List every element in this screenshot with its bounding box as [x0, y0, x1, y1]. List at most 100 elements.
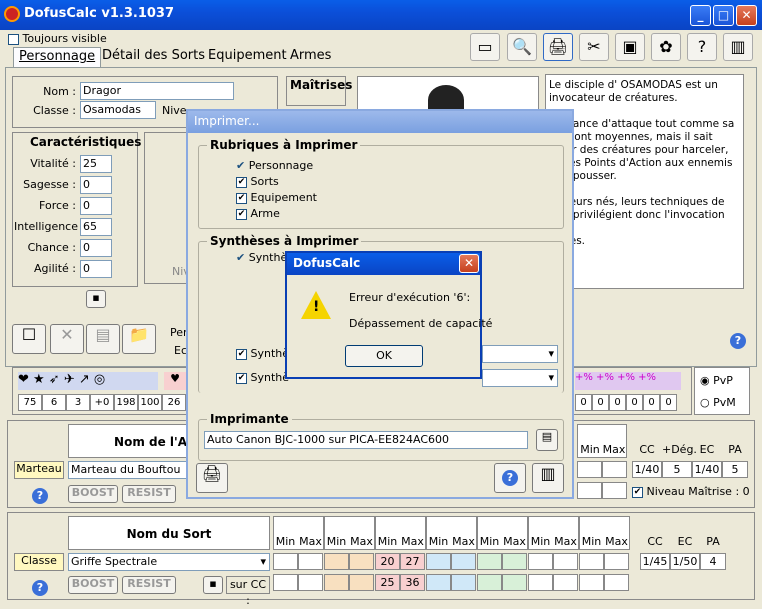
- help-icon[interactable]: ?: [687, 33, 717, 61]
- ok-button[interactable]: OK: [345, 345, 423, 367]
- spell-name-value: Griffe Spectrale: [71, 555, 158, 568]
- pvm-radio[interactable]: ○ PvM: [700, 396, 736, 409]
- weapon-help-icon[interactable]: ?: [32, 488, 48, 504]
- pvp-radio[interactable]: ◉ PvP: [700, 374, 733, 387]
- spell-max-cc-cell: [298, 574, 323, 591]
- print-close-button[interactable]: ▥: [532, 463, 564, 493]
- synthese-checkbox-3[interactable]: ✔ Synthè: [236, 371, 289, 384]
- print-help-button[interactable]: ?: [494, 463, 526, 493]
- rubrique-checkbox[interactable]: ✔ Equipement: [236, 191, 317, 204]
- error-close-button[interactable]: ✕: [459, 254, 479, 273]
- spell-min-cc-cell: [273, 574, 298, 591]
- new-button[interactable]: ☐: [12, 324, 46, 354]
- level-label: Nive: [162, 104, 187, 117]
- tab-label: Equipement: [208, 48, 287, 63]
- spell-ec-header: EC: [677, 535, 693, 548]
- synthese-select-1[interactable]: ▾: [482, 345, 558, 363]
- weapon-cell: [602, 461, 627, 478]
- weapon-boost-button[interactable]: BOOST: [68, 485, 118, 503]
- spell-max-cell: [604, 553, 629, 570]
- spell-min-cell: [477, 553, 502, 570]
- image-button[interactable]: ▪: [86, 290, 106, 308]
- checkbox-icon: [8, 33, 19, 45]
- class-select[interactable]: Osamodas: [80, 101, 156, 119]
- stat-value: 75: [18, 394, 42, 411]
- synthese-select-2[interactable]: ▾: [482, 369, 558, 387]
- min-header: Min: [377, 535, 398, 548]
- characteristic-input[interactable]: 65: [80, 218, 112, 236]
- pvm-label: PvM: [713, 396, 736, 409]
- spell-name-select[interactable]: Griffe Spectrale ▾: [68, 553, 270, 571]
- tools-icon[interactable]: ✂: [579, 33, 609, 61]
- checkbox-icon: ✔: [236, 159, 246, 172]
- description-line: [549, 183, 740, 196]
- weapon-cell: [602, 482, 627, 499]
- weapon-cell: [577, 482, 602, 499]
- always-visible-checkbox[interactable]: Toujours visible: [8, 32, 107, 45]
- name-input[interactable]: Dragor: [80, 82, 234, 100]
- puzzle-icon[interactable]: ✿: [651, 33, 681, 61]
- spell-help-icon[interactable]: ?: [32, 580, 48, 596]
- characteristic-label: Vitalité :: [30, 157, 76, 170]
- chest-icon[interactable]: ▣: [615, 33, 645, 61]
- characteristic-input[interactable]: 0: [80, 260, 112, 278]
- max-header: Max: [452, 535, 475, 548]
- description-line: ... repousser.: [549, 170, 617, 182]
- search-icon[interactable]: 🔍: [507, 33, 537, 61]
- spell-max-cell: [298, 553, 323, 570]
- delete-button[interactable]: ✕: [50, 324, 84, 354]
- spell-min-cc-cell: [324, 574, 349, 591]
- description-text: Le disciple d' OSAMODAS est un invocateur…: [546, 75, 743, 252]
- spell-min-cell: [528, 553, 553, 570]
- characteristic-input[interactable]: 0: [80, 197, 112, 215]
- maitrises-title: Maîtrises: [290, 78, 353, 92]
- warning-icon-mark: !: [313, 299, 320, 315]
- min-header: Min: [326, 535, 347, 548]
- minimize-button[interactable]: _: [690, 5, 711, 26]
- syntheses-title: Synthèses à Imprimer: [207, 234, 362, 248]
- spell-boost-button[interactable]: BOOST: [68, 576, 118, 594]
- print-icon[interactable]: 🖨: [543, 33, 573, 61]
- synthese-checkbox-1[interactable]: ✔ Synthè: [236, 251, 287, 264]
- rubrique-label: Equipement: [250, 191, 317, 204]
- characteristic-input[interactable]: 25: [80, 155, 112, 173]
- close-button[interactable]: ✕: [736, 5, 757, 26]
- niveau-maitrise-checkbox[interactable]: ✔ Niveau Maîtrise : 0: [632, 485, 750, 498]
- stat-value: 6: [42, 394, 66, 411]
- synthese-checkbox-2[interactable]: ✔ Synthè: [236, 347, 289, 360]
- tab-personnage[interactable]: Personnage: [13, 47, 102, 67]
- tab-equipement[interactable]: Equipement: [203, 47, 292, 67]
- spell-image-button[interactable]: ▪: [203, 576, 223, 594]
- open-folder-button[interactable]: 📁: [122, 324, 156, 354]
- rubrique-checkbox[interactable]: ✔ Sorts: [236, 175, 279, 188]
- rubrique-checkbox[interactable]: ✔ Personnage: [236, 159, 313, 172]
- printer-input[interactable]: Auto Canon BJC-1000 sur PICA-EE824AC600: [204, 431, 528, 449]
- maximize-button[interactable]: □: [713, 5, 734, 26]
- help-icon[interactable]: ?: [730, 333, 746, 349]
- print-button[interactable]: 🖨: [196, 463, 228, 493]
- min-header: Min: [530, 535, 551, 548]
- spell-max-cc-cell: [349, 574, 374, 591]
- spell-min-cc-cell: [579, 574, 604, 591]
- tab-armes[interactable]: Armes: [285, 47, 336, 67]
- tab-detail-sorts[interactable]: Détail des Sorts: [97, 47, 210, 67]
- description-line: invocateur de créatures.: [549, 92, 678, 104]
- weapon-name-select[interactable]: Marteau du Bouftou: [68, 461, 188, 479]
- weapon-deg-header: +Dég.: [662, 443, 697, 456]
- weapon-resist-button[interactable]: RESIST: [122, 485, 176, 503]
- max-header: Max: [554, 535, 577, 548]
- rubrique-checkbox[interactable]: ✔ Arme: [236, 207, 280, 220]
- printer-setup-button[interactable]: ▤: [536, 429, 558, 451]
- spell-max-cc-cell: [451, 574, 476, 591]
- window-icon[interactable]: ▭: [470, 33, 500, 61]
- stat-value: 0: [643, 394, 660, 411]
- spell-ec-value: 1/50: [670, 553, 700, 570]
- exit-door-icon[interactable]: ▥: [723, 33, 753, 61]
- characteristic-input[interactable]: 0: [80, 239, 112, 257]
- stat-value: +0: [90, 394, 114, 411]
- weapon-pa-value: 5: [722, 461, 748, 478]
- save-button[interactable]: ▤: [86, 324, 120, 354]
- weapon-max-header: Max: [602, 443, 626, 456]
- characteristic-input[interactable]: 0: [80, 176, 112, 194]
- spell-resist-button[interactable]: RESIST: [122, 576, 176, 594]
